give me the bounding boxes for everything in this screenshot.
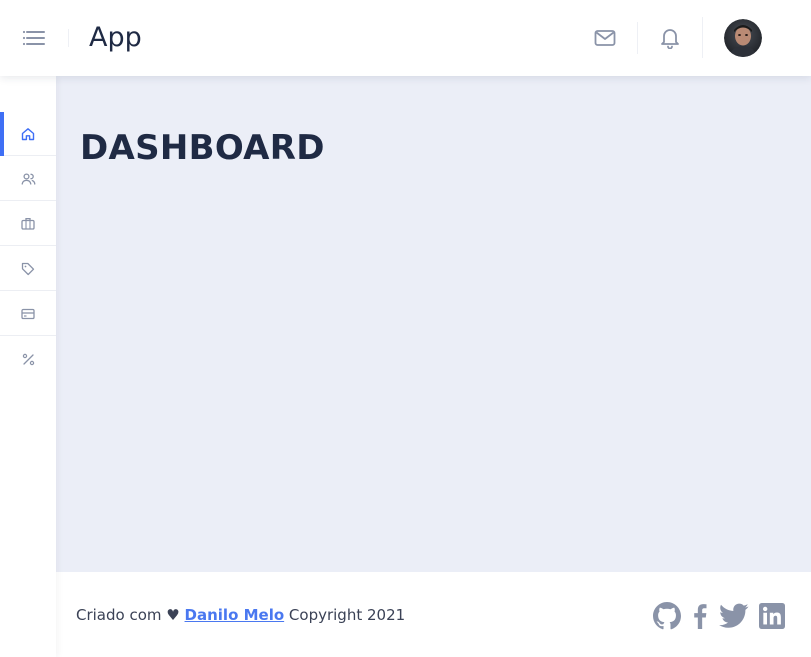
mail-button[interactable]	[590, 23, 620, 53]
footer-made-with: Criado com	[76, 606, 162, 624]
sidebar-item-payments[interactable]	[0, 292, 56, 336]
sidebar-item-tags[interactable]	[0, 247, 56, 291]
header-divider	[637, 22, 638, 54]
footer: Criado com ♥ Danilo Melo Copyright 2021	[56, 572, 811, 657]
sidebar-item-discounts[interactable]	[0, 337, 56, 381]
app-root: App DASHBOARD Criado com ♥ Danilo Melo C…	[0, 0, 811, 657]
page-title: DASHBOARD	[80, 128, 325, 168]
header-divider	[702, 17, 703, 58]
briefcase-icon	[21, 217, 35, 230]
main-content: DASHBOARD	[56, 76, 811, 572]
sidebar-item-briefcase[interactable]	[0, 202, 56, 246]
linkedin-link[interactable]	[757, 601, 787, 631]
author-link[interactable]: Danilo Melo	[185, 606, 285, 624]
footer-credits: Criado com ♥ Danilo Melo Copyright 2021	[76, 606, 405, 624]
user-avatar[interactable]	[724, 19, 762, 57]
percent-icon	[22, 353, 34, 365]
bell-icon	[661, 29, 679, 49]
notifications-button[interactable]	[655, 23, 685, 53]
header-divider	[68, 29, 69, 47]
twitter-link[interactable]	[717, 601, 751, 631]
facebook-icon	[694, 604, 707, 629]
sidebar-item-users[interactable]	[0, 157, 56, 201]
footer-copyright: Copyright 2021	[288, 606, 406, 624]
facebook-link[interactable]	[685, 601, 715, 631]
github-link[interactable]	[652, 601, 682, 631]
menu-icon	[22, 30, 45, 46]
top-header: App	[0, 0, 811, 76]
home-icon	[21, 127, 35, 140]
sidebar	[0, 76, 56, 657]
mail-icon	[594, 30, 616, 46]
github-icon	[653, 602, 681, 630]
credit-card-icon	[21, 308, 35, 319]
users-icon	[21, 172, 35, 185]
tag-icon	[21, 262, 35, 275]
heart-icon: ♥	[166, 606, 180, 624]
menu-button[interactable]	[18, 24, 50, 52]
sidebar-item-home[interactable]	[0, 112, 56, 156]
app-title: App	[89, 22, 142, 53]
avatar-image	[724, 19, 762, 57]
linkedin-icon	[759, 603, 785, 629]
twitter-icon	[719, 603, 749, 628]
